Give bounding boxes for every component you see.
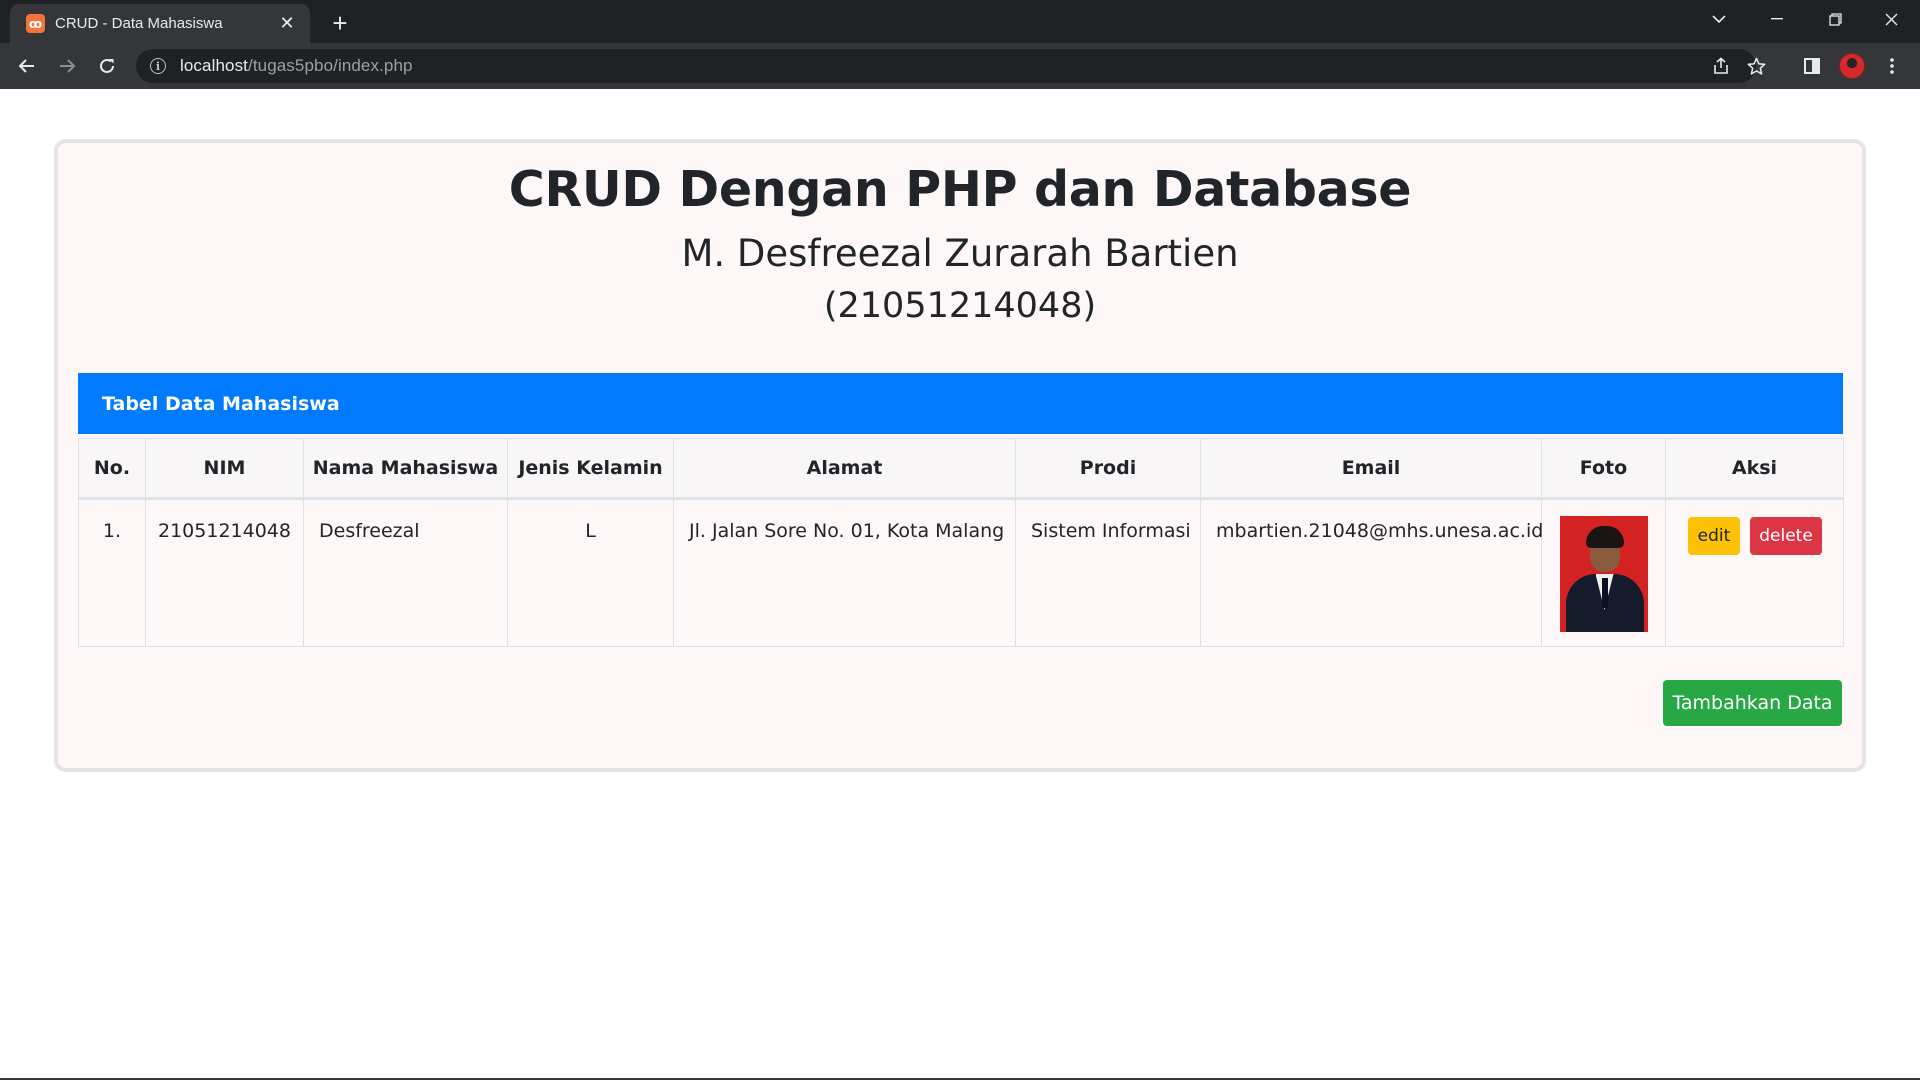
col-header-prodi: Prodi <box>1015 438 1201 500</box>
cell-no: 1. <box>78 498 146 647</box>
cell-aksi: edit delete <box>1665 498 1844 647</box>
table-panel-header: Tabel Data Mahasiswa <box>78 373 1843 434</box>
close-icon[interactable] <box>1862 0 1920 38</box>
minimize-icon[interactable] <box>1748 0 1806 38</box>
page-viewport: CRUD Dengan PHP dan Database M. Desfreez… <box>0 89 1920 1080</box>
table-row: 1. 21051214048 Desfreezal L Jl. Jalan So… <box>78 498 1844 647</box>
reload-icon[interactable] <box>91 50 123 82</box>
cell-nama: Desfreezal <box>303 498 508 647</box>
cell-nim: 21051214048 <box>145 498 304 647</box>
restore-icon[interactable] <box>1806 0 1864 38</box>
info-icon[interactable]: i <box>150 58 166 74</box>
back-icon[interactable] <box>11 50 43 82</box>
main-card: CRUD Dengan PHP dan Database M. Desfreez… <box>54 139 1866 772</box>
new-tab-button[interactable]: + <box>326 9 354 37</box>
tab-list-icon[interactable] <box>1690 0 1748 38</box>
add-data-button[interactable]: Tambahkan Data <box>1663 680 1842 726</box>
col-header-no: No. <box>78 438 146 500</box>
col-header-aksi: Aksi <box>1665 438 1844 500</box>
browser-toolbar: i localhost/tugas5pbo/index.php <box>0 43 1920 89</box>
col-header-foto: Foto <box>1541 438 1666 500</box>
browser-tab-strip: ꝏ CRUD - Data Mahasiswa ✕ + <box>0 0 1920 43</box>
address-bar[interactable]: i localhost/tugas5pbo/index.php <box>136 49 1765 83</box>
forward-icon[interactable] <box>51 50 83 82</box>
student-photo <box>1559 516 1648 632</box>
author-nim: (21051214048) <box>823 286 1097 326</box>
col-header-nim: NIM <box>145 438 304 500</box>
edit-button[interactable]: edit <box>1688 517 1740 555</box>
browser-tab[interactable]: ꝏ CRUD - Data Mahasiswa ✕ <box>10 4 310 43</box>
col-header-nama: Nama Mahasiswa <box>303 438 508 500</box>
delete-button[interactable]: delete <box>1750 517 1822 555</box>
col-header-alamat: Alamat <box>673 438 1016 500</box>
table-header-row: No. NIM Nama Mahasiswa Jenis Kelamin Ala… <box>78 438 1844 500</box>
url-text: localhost/tugas5pbo/index.php <box>180 56 413 75</box>
profile-avatar[interactable] <box>1836 50 1868 82</box>
col-header-email: Email <box>1200 438 1542 500</box>
menu-icon[interactable] <box>1876 50 1908 82</box>
cell-alamat: Jl. Jalan Sore No. 01, Kota Malang <box>673 498 1016 647</box>
mahasiswa-table: No. NIM Nama Mahasiswa Jenis Kelamin Ala… <box>78 438 1844 647</box>
share-icon[interactable] <box>1706 49 1736 83</box>
cell-foto <box>1541 498 1666 647</box>
cell-prodi: Sistem Informasi <box>1015 498 1201 647</box>
cell-jenis-kelamin: L <box>507 498 674 647</box>
tab-close-icon[interactable]: ✕ <box>276 13 298 35</box>
xampp-favicon-icon: ꝏ <box>26 14 45 33</box>
page-title: CRUD Dengan PHP dan Database <box>508 161 1412 218</box>
sidepanel-icon[interactable] <box>1796 50 1828 82</box>
tab-title: CRUD - Data Mahasiswa <box>55 15 223 32</box>
author-name: M. Desfreezal Zurarah Bartien <box>681 232 1239 275</box>
star-icon[interactable] <box>1741 49 1771 83</box>
col-header-jenis-kelamin: Jenis Kelamin <box>507 438 674 500</box>
cell-email: mbartien.21048@mhs.unesa.ac.id <box>1200 498 1543 647</box>
